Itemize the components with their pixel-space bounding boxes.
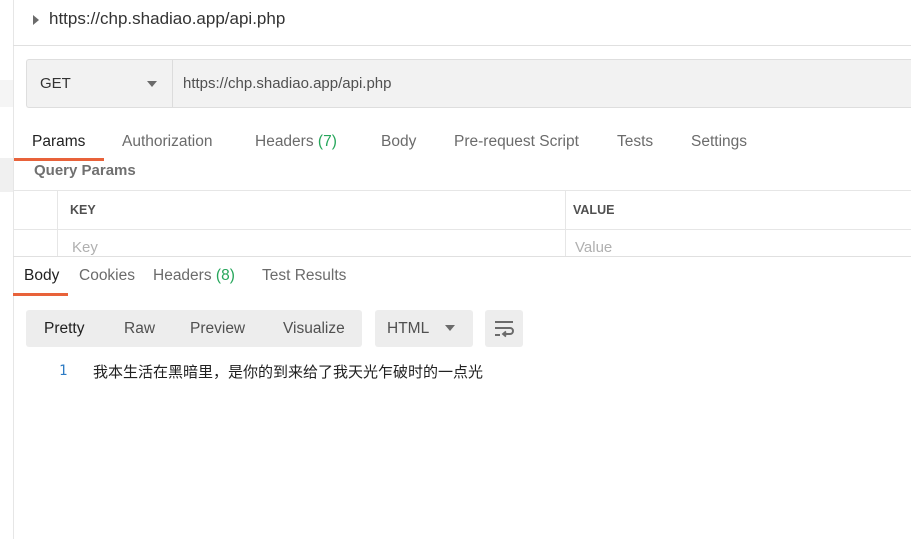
- tab-label: Pre-request Script: [454, 133, 579, 150]
- chevron-down-icon: [445, 325, 455, 331]
- tab-label: Settings: [691, 133, 748, 150]
- column-divider[interactable]: [565, 191, 566, 257]
- view-mode-group: Pretty Raw Preview Visualize: [26, 310, 362, 347]
- wrap-lines-icon: [495, 321, 514, 338]
- value-input[interactable]: Value: [575, 239, 612, 256]
- preview-button[interactable]: Preview: [190, 320, 245, 338]
- request-tabs: Params Authorization Headers (7) Body Pr…: [13, 128, 911, 162]
- tab-body[interactable]: Body: [381, 133, 416, 151]
- query-params-title: Query Params: [34, 162, 136, 179]
- tab-label: Body: [24, 267, 60, 284]
- tab-label: Headers: [153, 267, 212, 284]
- request-title[interactable]: https://chp.shadiao.app/api.php: [49, 9, 285, 29]
- response-divider[interactable]: [13, 256, 911, 257]
- method-label: GET: [40, 75, 71, 92]
- caret-right-icon[interactable]: [33, 15, 39, 25]
- tab-response-body[interactable]: Body: [24, 267, 59, 285]
- sidebar-highlight: [0, 80, 13, 107]
- active-tab-indicator: [13, 293, 68, 296]
- key-input[interactable]: Key: [72, 239, 98, 256]
- tab-count: (8): [215, 267, 235, 284]
- tab-label: Headers: [255, 133, 314, 150]
- line-number: 1: [59, 363, 68, 379]
- tab-label: Cookies: [79, 267, 135, 284]
- tab-cookies[interactable]: Cookies: [79, 267, 135, 285]
- key-column-header: KEY: [70, 203, 96, 217]
- url-bar: GET https://chp.shadiao.app/api.php: [26, 59, 911, 108]
- format-select[interactable]: HTML: [375, 310, 473, 347]
- pretty-button[interactable]: Pretty: [44, 320, 84, 338]
- wrap-lines-button[interactable]: [485, 310, 523, 347]
- active-tab-indicator: [14, 158, 104, 161]
- tab-label: Test Results: [262, 267, 347, 284]
- tab-headers[interactable]: Headers (7): [255, 133, 337, 151]
- sidebar-highlight: [0, 158, 13, 192]
- format-label: HTML: [387, 320, 430, 337]
- value-column-header: VALUE: [573, 203, 615, 217]
- tab-count: (7): [317, 133, 337, 150]
- tab-response-headers[interactable]: Headers (8): [153, 267, 235, 285]
- table-header-row: [13, 191, 911, 230]
- raw-button[interactable]: Raw: [124, 320, 155, 338]
- query-params-table: KEY VALUE Key Value: [13, 190, 911, 257]
- tab-pre-request-script[interactable]: Pre-request Script: [454, 133, 579, 151]
- tab-label: Body: [381, 133, 417, 150]
- chevron-down-icon: [147, 81, 157, 87]
- tab-test-results[interactable]: Test Results: [262, 267, 346, 285]
- method-select[interactable]: GET: [27, 60, 173, 107]
- response-line: 我本生活在黑暗里，是你的到来给了我天光乍破时的一点光: [93, 363, 484, 381]
- url-input[interactable]: https://chp.shadiao.app/api.php: [183, 75, 392, 92]
- tab-label: Params: [32, 133, 86, 150]
- tab-tests[interactable]: Tests: [617, 133, 653, 151]
- request-title-bar: https://chp.shadiao.app/api.php: [13, 0, 911, 46]
- tab-params[interactable]: Params: [32, 133, 85, 151]
- response-tabs: Body Cookies Headers (8) Test Results: [13, 262, 911, 296]
- tab-label: Authorization: [122, 133, 213, 150]
- visualize-button[interactable]: Visualize: [283, 320, 345, 338]
- tab-authorization[interactable]: Authorization: [122, 133, 212, 151]
- column-divider: [57, 191, 58, 257]
- tab-label: Tests: [617, 133, 654, 150]
- tab-settings[interactable]: Settings: [691, 133, 747, 151]
